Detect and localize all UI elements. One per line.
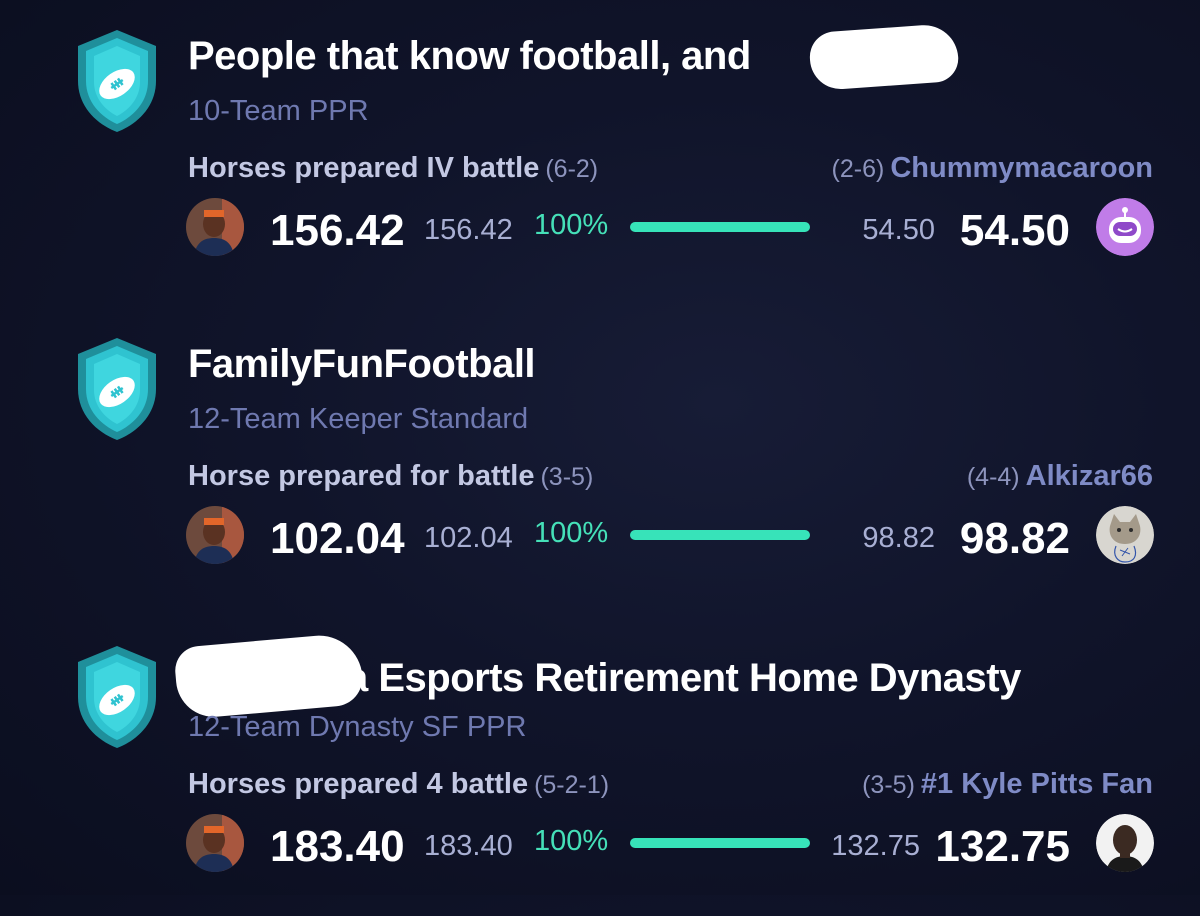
home-team-record: (6-2): [545, 155, 599, 183]
league-format: 10-Team PPR: [188, 95, 369, 127]
away-team-name: #1 Kyle Pitts Fan: [920, 768, 1153, 800]
away-team[interactable]: (4-4) Alkizar66: [967, 460, 1153, 493]
league-name[interactable]: a Esports Retirement Home Dynasty: [346, 656, 1021, 701]
redaction-blot: [173, 632, 365, 720]
home-team-avatar[interactable]: [186, 814, 244, 872]
home-projected-score: 156.42: [424, 214, 513, 246]
away-team-avatar[interactable]: [1096, 814, 1154, 872]
away-projected-score: 54.50: [862, 214, 935, 246]
home-score: 102.04: [270, 514, 405, 563]
football-shield-icon: [78, 30, 156, 132]
home-team-avatar[interactable]: [186, 198, 244, 256]
away-team-record: (4-4): [966, 463, 1020, 491]
league-card[interactable]: a Esports Retirement Home Dynasty 12-Tea…: [0, 616, 1200, 916]
home-team-avatar[interactable]: [186, 506, 244, 564]
home-team[interactable]: Horses prepared 4 battle (5-2-1): [188, 768, 609, 801]
home-score: 183.40: [270, 822, 405, 871]
away-team-name: Alkizar66: [1025, 460, 1153, 492]
away-team[interactable]: (2-6) Chummymacaroon: [832, 152, 1153, 185]
home-score: 156.42: [270, 206, 405, 255]
home-team[interactable]: Horse prepared for battle (3-5): [188, 460, 593, 493]
away-score: 98.82: [959, 514, 1070, 563]
away-team-name: Chummymacaroon: [890, 152, 1153, 184]
win-probability-bar: [630, 222, 810, 232]
home-team-record: (3-5): [540, 463, 594, 491]
league-card[interactable]: People that know football, and 10-Team P…: [0, 0, 1200, 300]
home-team-name: Horses prepared 4 battle: [188, 768, 529, 800]
league-format: 12-Team Keeper Standard: [188, 403, 529, 435]
league-name[interactable]: People that know football, and: [188, 34, 751, 79]
away-score: 132.75: [935, 822, 1070, 871]
league-name[interactable]: FamilyFunFootball: [188, 342, 536, 387]
away-team-record: (3-5): [862, 771, 915, 799]
away-team-avatar[interactable]: [1096, 198, 1154, 256]
home-projected-score: 102.04: [424, 522, 513, 554]
win-probability: 100%: [534, 825, 609, 857]
league-format: 12-Team Dynasty SF PPR: [188, 711, 527, 743]
league-card[interactable]: FamilyFunFootball 12-Team Keeper Standar…: [0, 308, 1200, 608]
away-score: 54.50: [959, 206, 1070, 255]
home-team-name: Horses prepared IV battle: [188, 152, 540, 184]
home-projected-score: 183.40: [424, 830, 513, 862]
football-shield-icon: [78, 646, 156, 748]
win-probability: 100%: [534, 209, 609, 241]
win-probability-bar: [630, 838, 810, 848]
away-team-avatar[interactable]: [1096, 506, 1154, 564]
home-team-record: (5-2-1): [534, 771, 610, 799]
home-team-name: Horse prepared for battle: [188, 460, 535, 492]
win-probability-bar: [630, 530, 810, 540]
football-shield-icon: [78, 338, 156, 440]
home-team[interactable]: Horses prepared IV battle (6-2): [188, 152, 598, 185]
redaction-blot: [808, 22, 960, 92]
win-probability: 100%: [534, 517, 609, 549]
away-team[interactable]: (3-5) #1 Kyle Pitts Fan: [862, 768, 1153, 801]
away-team-record: (2-6): [831, 155, 885, 183]
away-projected-score: 132.75: [831, 830, 920, 862]
away-projected-score: 98.82: [862, 522, 935, 554]
